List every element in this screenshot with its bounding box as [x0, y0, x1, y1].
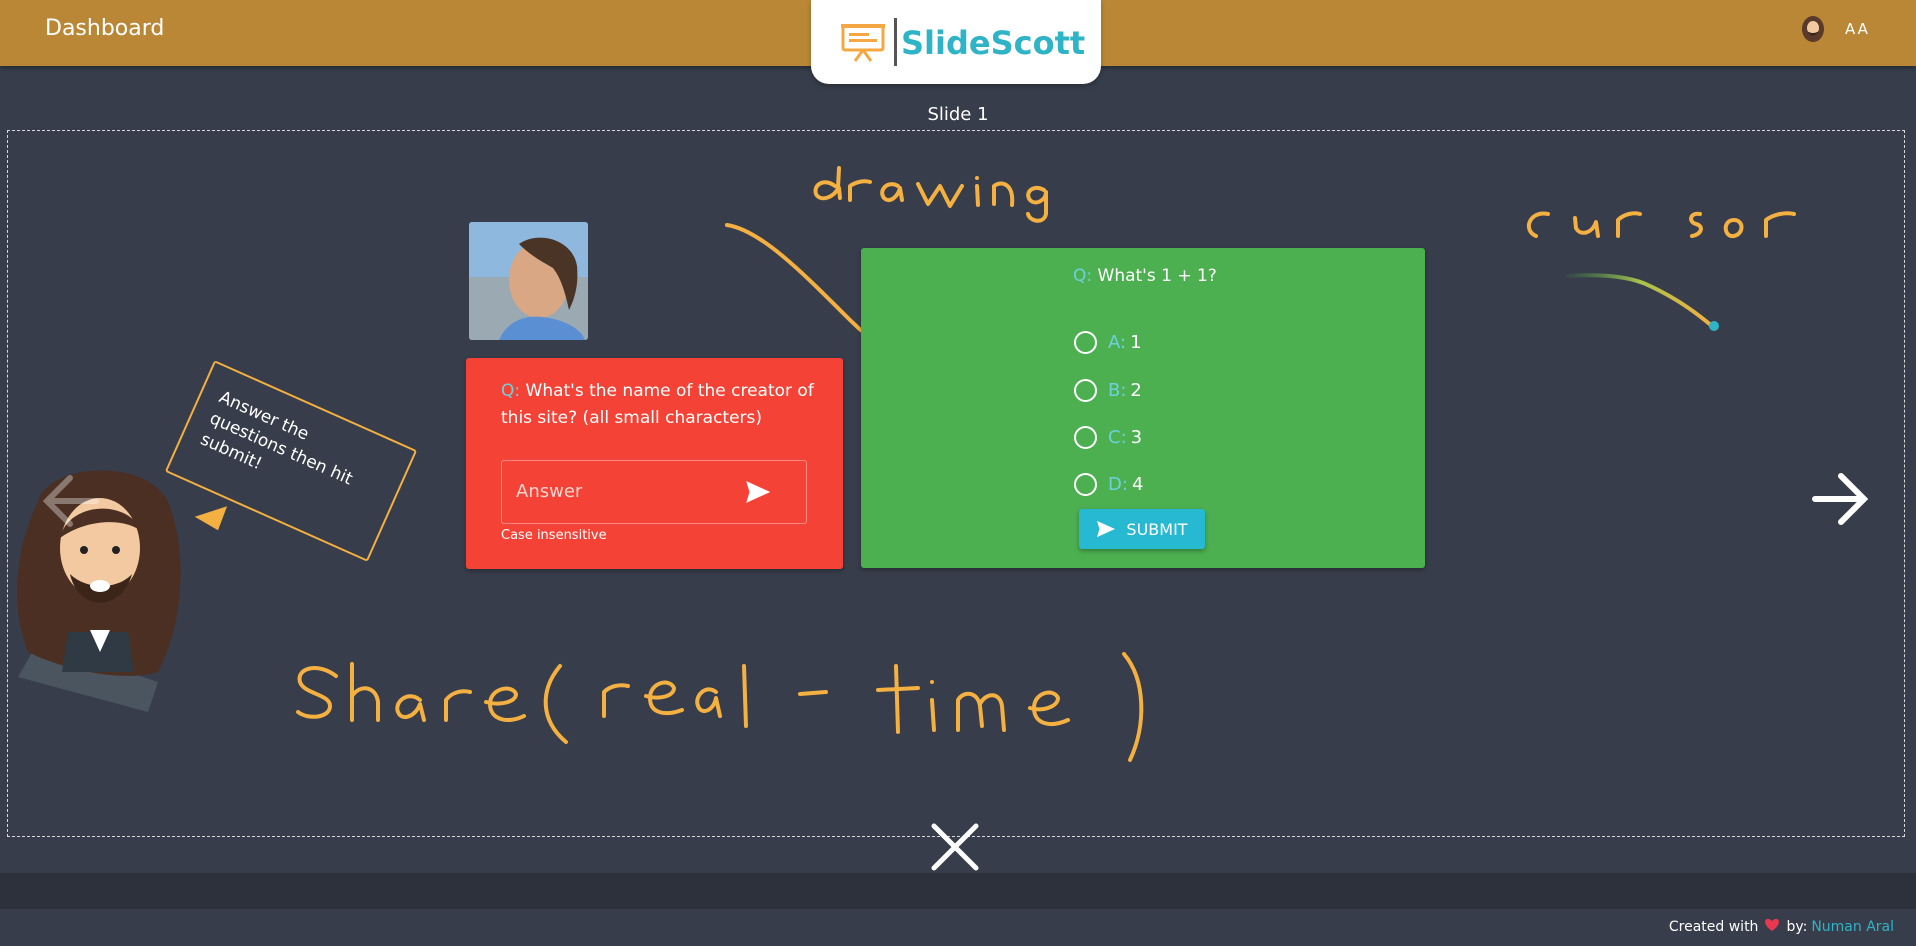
cursor-trail	[1566, 273, 1714, 328]
question-text: What's 1 + 1?	[1097, 266, 1217, 286]
radio-button[interactable]	[1074, 425, 1097, 449]
case-note: Case insensitive	[501, 528, 607, 543]
remote-cursor-dot	[1709, 321, 1719, 331]
option-d[interactable]: D: 4	[1074, 471, 1143, 497]
option-letter: C:	[1108, 426, 1127, 448]
radio-button[interactable]	[1074, 472, 1097, 496]
option-value: 4	[1131, 473, 1144, 495]
send-icon	[1097, 520, 1116, 538]
cursor-handwriting	[1526, 211, 1796, 239]
option-a[interactable]: A: 1	[1074, 329, 1142, 355]
mc-question: Q: What's 1 + 1?	[1073, 266, 1217, 286]
answer-field[interactable]	[501, 460, 807, 524]
mc-question-card: Q: What's 1 + 1? A: 1 B: 2 C: 3 D: 4 SUB…	[861, 248, 1425, 568]
text-question-card: Q: What's the name of the creator of thi…	[466, 358, 843, 569]
previous-slide-arrow-icon[interactable]	[42, 474, 100, 528]
option-value: 3	[1130, 426, 1143, 448]
submit-button[interactable]: SUBMIT	[1079, 509, 1205, 549]
drawing-handwriting	[813, 166, 1048, 223]
next-slide-arrow-icon[interactable]	[1811, 471, 1869, 527]
question-prefix: Q:	[501, 381, 521, 401]
answer-input[interactable]	[516, 481, 736, 502]
option-value: 1	[1130, 331, 1142, 353]
bottom-band	[0, 873, 1916, 909]
submit-label: SUBMIT	[1126, 519, 1188, 539]
share-handwriting	[296, 652, 1144, 762]
radio-button[interactable]	[1074, 378, 1097, 402]
close-icon[interactable]	[930, 822, 980, 872]
option-letter: A:	[1108, 331, 1127, 353]
option-c[interactable]: C: 3	[1074, 424, 1142, 450]
footer-created-with: Created with	[1668, 919, 1759, 935]
option-letter: D:	[1108, 473, 1128, 495]
question-prefix: Q:	[1073, 266, 1093, 286]
option-value: 2	[1130, 379, 1142, 401]
send-icon[interactable]	[746, 481, 772, 505]
footer: Created with by: Numan Aral	[1669, 918, 1894, 936]
radio-button[interactable]	[1074, 330, 1097, 354]
option-letter: B:	[1108, 379, 1127, 401]
footer-author-link[interactable]: Numan Aral	[1811, 919, 1894, 935]
heart-icon	[1764, 918, 1780, 936]
creator-photo	[469, 222, 588, 340]
text-question: Q: What's the name of the creator of thi…	[501, 378, 821, 432]
question-text: What's the name of the creator of this s…	[501, 381, 814, 428]
footer-by: by:	[1786, 919, 1808, 935]
option-b[interactable]: B: 2	[1074, 377, 1142, 403]
